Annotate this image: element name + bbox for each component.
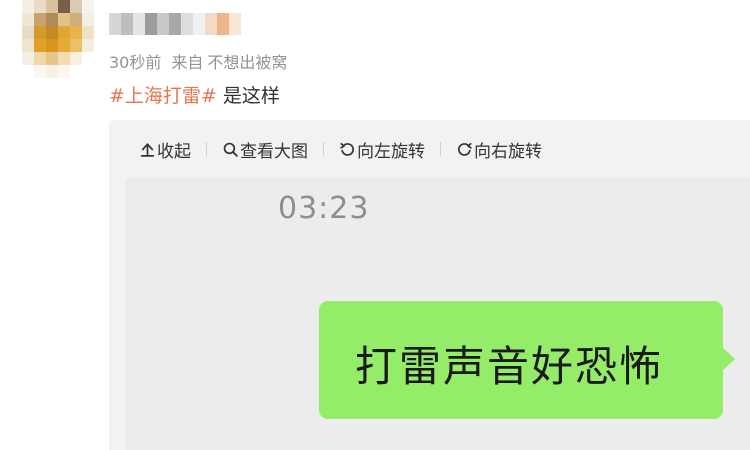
chat-timestamp: 03:23: [278, 191, 370, 226]
chat-screenshot-image[interactable]: 03:23 打雷声音好恐怖: [125, 177, 750, 450]
rotate-right-icon: [458, 142, 472, 156]
source-client[interactable]: 不想出被窝: [207, 53, 287, 72]
source-label: 来自: [171, 53, 204, 72]
post-time[interactable]: 30秒前: [109, 53, 161, 72]
post-text: #上海打雷# 是这样: [109, 81, 280, 108]
chat-message-text: 打雷声音好恐怖: [355, 342, 664, 391]
hashtag-link[interactable]: #上海打雷#: [109, 85, 217, 107]
view-large-button[interactable]: 查看大图: [222, 137, 308, 162]
collapse-button[interactable]: 收起: [139, 137, 191, 162]
chat-message-bubble: 打雷声音好恐怖: [319, 301, 735, 419]
toolbar-divider: [206, 142, 207, 156]
post-body: 是这样: [216, 85, 280, 107]
toolbar-divider: [440, 142, 441, 156]
magnifier-icon: [223, 142, 238, 157]
media-toolbar: 收起 查看大图 向左旋转 向右旋转: [139, 137, 542, 162]
rotate-left-label: 向左旋转: [357, 141, 425, 162]
post-meta: 30秒前 来自 不想出被窝: [109, 49, 287, 73]
rotate-left-icon: [340, 142, 354, 156]
rotate-left-button[interactable]: 向左旋转: [339, 137, 425, 162]
weibo-post: 30秒前 来自 不想出被窝 #上海打雷# 是这样 收起 查看大图 向左旋转 向右…: [0, 0, 750, 450]
collapse-icon: [140, 142, 155, 157]
toolbar-divider: [323, 142, 324, 156]
view-large-label: 查看大图: [240, 141, 308, 162]
avatar[interactable]: [22, 0, 94, 78]
username-redacted[interactable]: [109, 11, 241, 37]
collapse-label: 收起: [157, 141, 191, 162]
rotate-right-label: 向右旋转: [474, 141, 542, 162]
media-viewer: 收起 查看大图 向左旋转 向右旋转 03:23 打雷声音好恐怖: [109, 120, 750, 450]
rotate-right-button[interactable]: 向右旋转: [456, 137, 542, 162]
